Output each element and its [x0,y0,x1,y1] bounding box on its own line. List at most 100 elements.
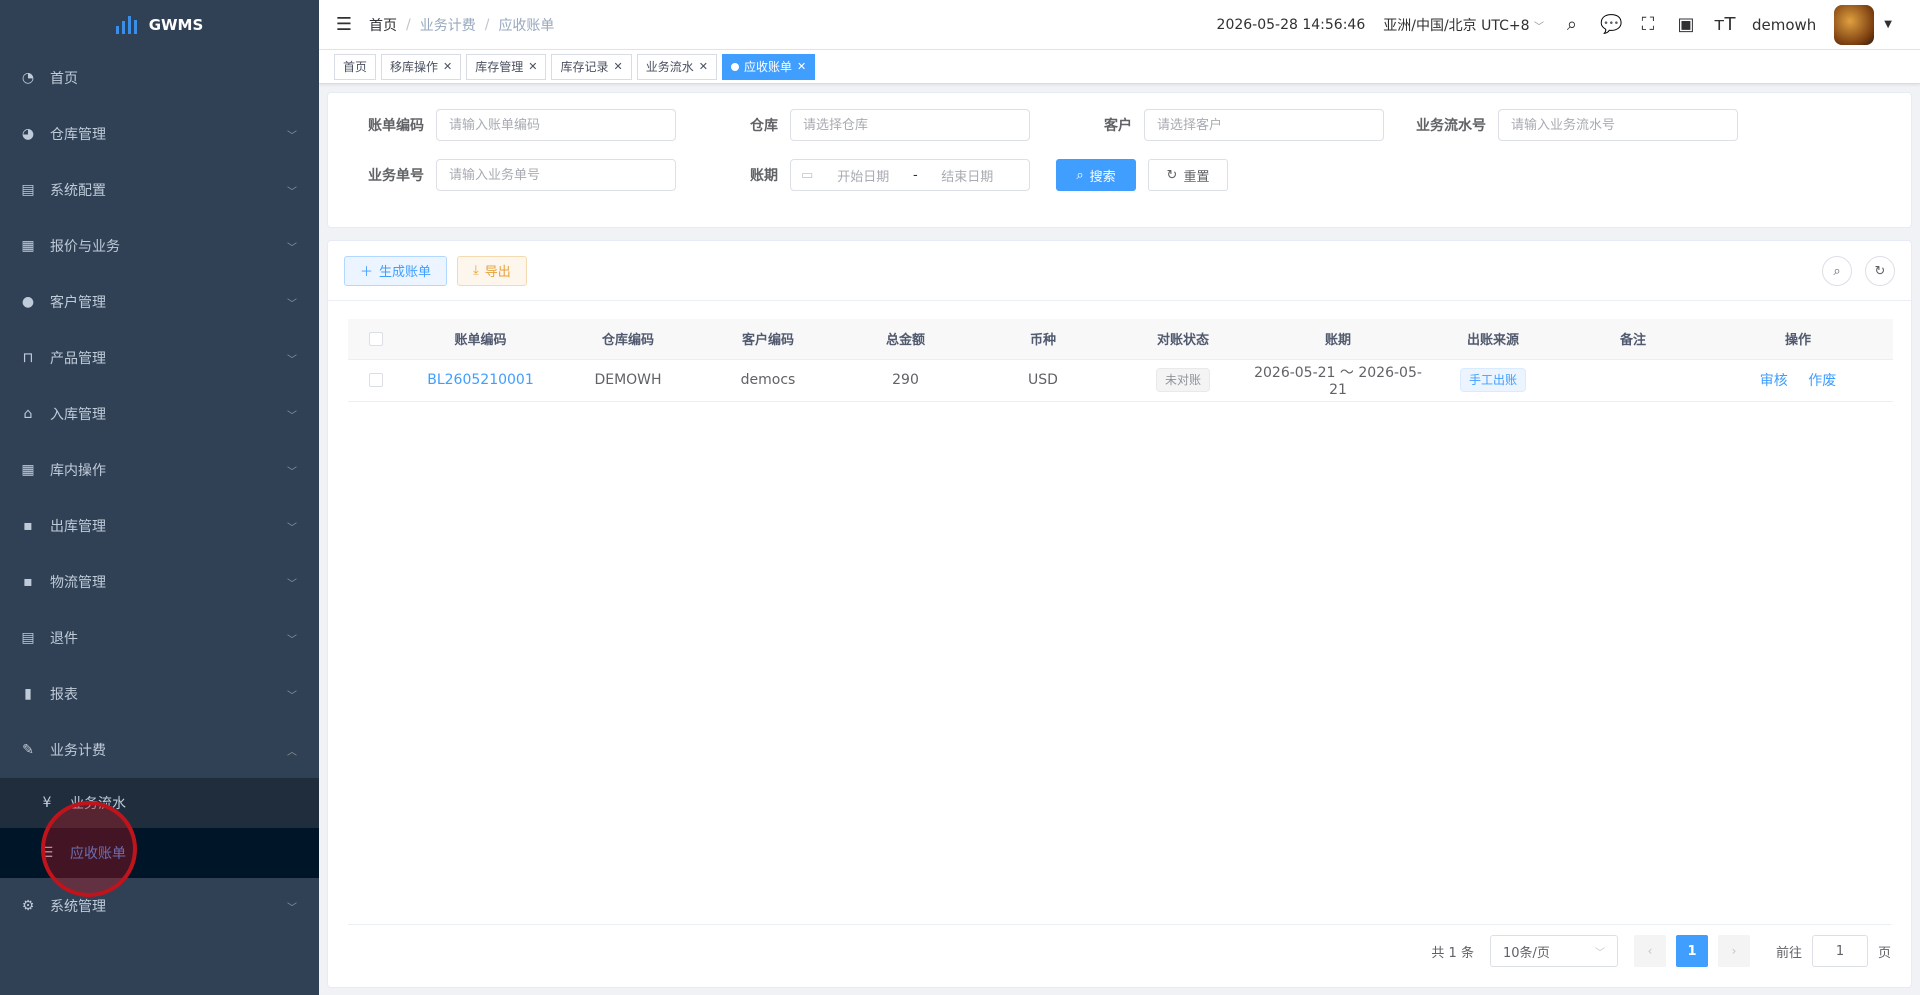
bill-code-link[interactable]: BL2605210001 [427,372,533,388]
refresh-icon[interactable]: ↻ [1865,256,1895,286]
prev-page-button[interactable]: ‹ [1633,935,1666,967]
reset-button[interactable]: ↻ 重置 [1148,159,1228,191]
void-button[interactable]: 作废 [1808,373,1836,389]
sidebar-item-label: 业务计费 [50,743,106,759]
tab-label: 首页 [343,60,368,74]
warehouse-select[interactable] [790,109,1030,141]
sidebar-item-label: 系统配置 [50,183,106,199]
billing-submenu: ¥ 业务流水 ☰ 应收账单 [0,778,319,878]
biz-no-input[interactable] [436,159,676,191]
search-button[interactable]: ⌕ 搜索 [1056,159,1136,191]
cell-period: 2026-05-21 ～ 2026-05-21 [1253,359,1423,402]
sidebar: GWMS ◔ 首页 ◕ 仓库管理 ﹀ ▤ 系统配置 ﹀ ▦ 报价与业务 ﹀ ● 客户管理 ﹀ ⊓ 产品管理 ﹀ ⌂… [0,0,319,995]
export-button[interactable]: ⤓ 导出 [457,255,527,286]
period-label: 账期 [750,168,778,184]
font-size-icon[interactable]: ᴛT [1714,14,1735,35]
chevron-down-icon: ﹀ [287,298,297,310]
app-logo[interactable]: GWMS [0,0,319,50]
sidebar-item-11[interactable]: ▮ 报表 ﹀ [0,666,319,722]
search-icon[interactable]: ⌕ [1562,14,1582,35]
column-header: 总金额 [838,319,973,360]
download-icon: ⤓ [473,263,479,278]
sidebar-item-10[interactable]: ▤ 退件 ﹀ [0,610,319,666]
message-icon[interactable]: 💬 [1600,14,1622,35]
chevron-down-icon: ﹀ [287,902,297,914]
goto-page-input[interactable]: 1 [1811,935,1868,967]
chevron-down-icon: ﹀ [287,522,297,534]
fullscreen-icon[interactable]: ⛶ [1638,14,1658,35]
sidebar-item-12[interactable]: ✎ 业务计费 ︿ [0,722,319,778]
tab-label: 业务流水 [645,60,694,74]
total-count: 共 1 条 [1431,945,1474,961]
sidebar-item-0[interactable]: ◔ 首页 [0,50,319,106]
customer-label: 客户 [1104,118,1132,134]
current-datetime: 2026-05-28 14:56:46 [1216,16,1366,33]
close-icon[interactable]: ✕ [699,60,708,73]
hamburger-icon[interactable]: ☰ [319,14,369,35]
next-page-button[interactable]: › [1717,935,1750,967]
generate-bill-button[interactable]: ＋生成账单 [344,255,448,286]
sidebar-item-2[interactable]: ▤ 系统配置 ﹀ [0,162,319,218]
sidebar-item-label: 首页 [50,71,78,87]
select-all-checkbox[interactable] [368,331,383,346]
sidebar-item-6[interactable]: ⌂ 入库管理 ﹀ [0,386,319,442]
cell-customer: democs [698,359,838,402]
tab-5[interactable]: 应收账单 ✕ [721,53,816,80]
customer-select[interactable] [1144,109,1384,141]
cell-warehouse: DEMOWH [558,359,698,402]
sidebar-subitem-receivable-bill[interactable]: ☰ 应收账单 [0,828,319,878]
flow-no-input[interactable] [1498,109,1738,141]
tab-1[interactable]: 移库操作 ✕ [381,53,462,80]
warehouse-label: 仓库 [750,118,778,134]
close-icon[interactable]: ✕ [614,60,623,73]
breadcrumb-item: 业务计费 [419,17,476,34]
sidebar-item-8[interactable]: ▪ 出库管理 ﹀ [0,498,319,554]
sidebar-item-4[interactable]: ● 客户管理 ﹀ [0,274,319,330]
sidebar-item-system-management[interactable]: ⚙ 系统管理 ﹀ [0,878,319,934]
table-footer-divider [348,924,1891,925]
sidebar-subitem-business-flow[interactable]: ¥ 业务流水 [0,778,319,828]
close-icon[interactable]: ✕ [797,60,806,73]
sidebar-item-3[interactable]: ▦ 报价与业务 ﹀ [0,218,319,274]
caret-down-icon[interactable]: ▼ [1884,19,1892,30]
page-number[interactable]: 1 [1675,935,1708,967]
breadcrumb-item[interactable]: 首页 [369,15,397,35]
tab-label: 应收账单 [743,60,792,74]
toggle-search-icon[interactable]: ⌕ [1822,256,1852,286]
bill-table: 账单编码 仓库编码 客户编码 总金额 币种 对账状态 账期 出账来源 备注 操作 BL260521… [348,319,1893,402]
end-date-input[interactable]: 结束日期 [927,166,1007,185]
document-icon: ▦ [21,238,35,254]
tab-2[interactable]: 库存管理 ✕ [466,53,547,80]
translate-icon[interactable]: ▣ [1676,14,1696,35]
sidebar-item-label: 物流管理 [50,575,106,591]
tab-0[interactable]: 首页 [334,53,377,80]
sidebar-item-label: 退件 [50,631,78,647]
column-header: 对账状态 [1113,319,1253,360]
plus-icon: ＋ [360,265,374,280]
sidebar-item-9[interactable]: ▪ 物流管理 ﹀ [0,554,319,610]
table-toolbar: ＋生成账单 ⤓ 导出 ⌕ ↻ [328,241,1911,301]
period-date-range[interactable]: ▭ 开始日期 - 结束日期 [790,159,1030,191]
start-date-input[interactable]: 开始日期 [823,166,903,185]
goto-label: 前往 [1775,945,1802,961]
tab-4[interactable]: 业务流水 ✕ [636,53,717,80]
bill-code-input[interactable] [436,109,676,141]
timezone-select[interactable]: 亚洲/中国/北京 UTC+8 ﹀ [1383,15,1544,35]
tab-3[interactable]: 库存记录 ✕ [551,53,632,80]
chevron-down-icon: ﹀ [287,354,297,366]
gear-icon: ⚙ [21,898,35,914]
globe-icon: ◕ [21,126,35,142]
audit-button[interactable]: 审核 [1760,373,1788,389]
calendar-icon: ▭ [801,167,814,183]
sidebar-item-1[interactable]: ◕ 仓库管理 ﹀ [0,106,319,162]
page-size-select[interactable]: 10条/页 ﹀ [1489,935,1618,967]
close-icon[interactable]: ✕ [528,60,537,73]
row-checkbox[interactable] [368,373,383,387]
sidebar-item-7[interactable]: ▦ 库内操作 ﹀ [0,442,319,498]
dashboard-icon: ◔ [21,70,35,86]
chevron-down-icon: ﹀ [287,410,297,422]
avatar[interactable] [1834,4,1875,45]
close-icon[interactable]: ✕ [443,60,452,73]
sidebar-item-5[interactable]: ⊓ 产品管理 ﹀ [0,330,319,386]
username[interactable]: demowh [1752,16,1816,34]
